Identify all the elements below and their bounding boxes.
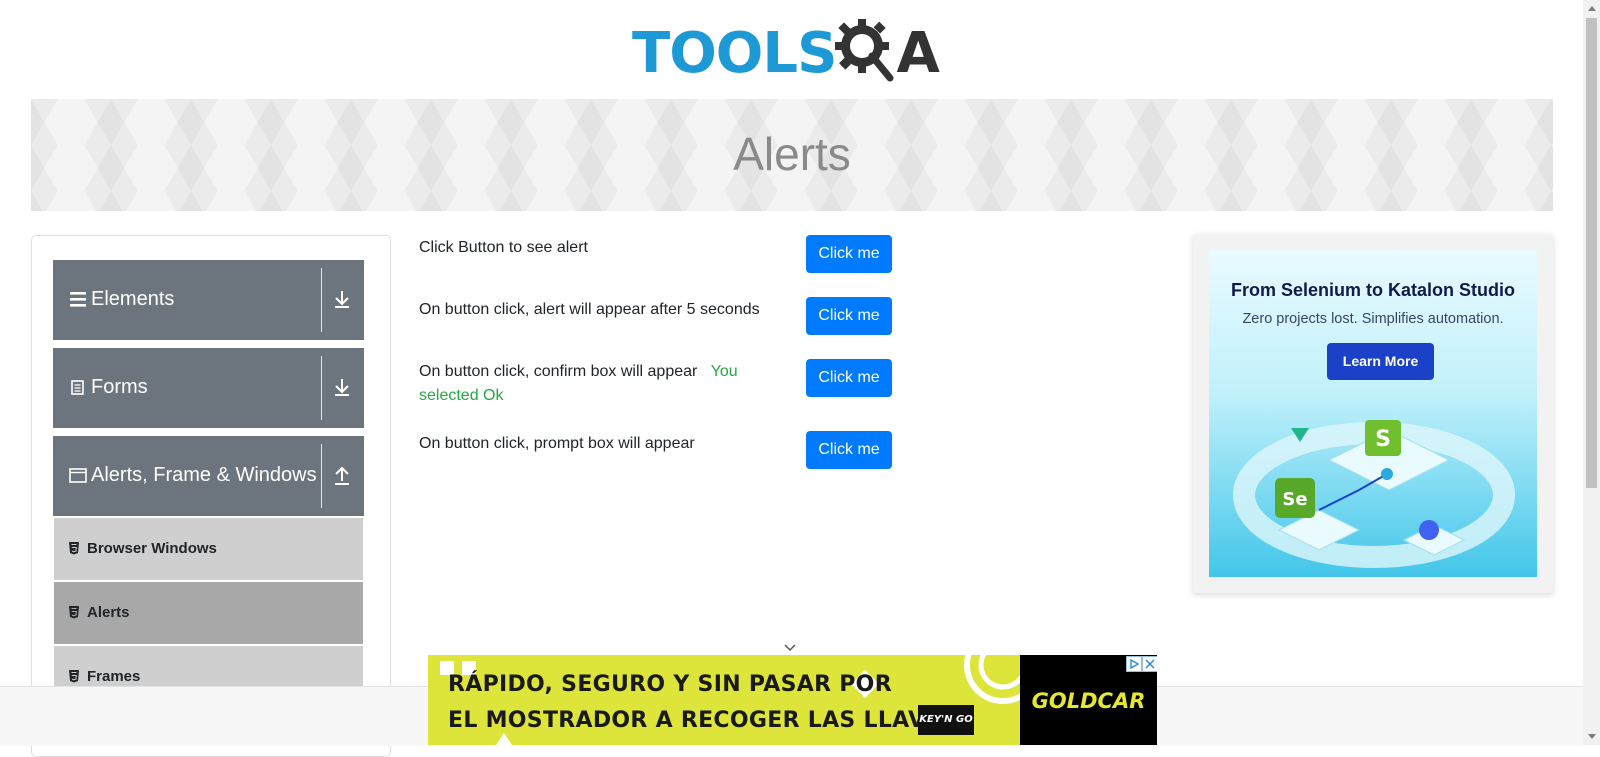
prompt-row-label: On button click, prompt box will appear xyxy=(419,435,695,452)
scrollbar-thumb[interactable] xyxy=(1586,18,1597,488)
alert-button[interactable]: Click me xyxy=(806,235,892,273)
upload-arrow-icon xyxy=(335,466,349,485)
keyngo-badge: KEY'N GO xyxy=(918,705,974,735)
alert-row-label: Click Button to see alert xyxy=(419,239,588,256)
page-banner: Alerts xyxy=(31,99,1553,211)
confirm-row-label: On button click, confirm box will appear xyxy=(419,363,698,380)
sidebar-group-label: Forms xyxy=(91,376,148,398)
toolsqa-logo[interactable]: TOOLS QAA xyxy=(632,14,954,90)
html5-icon xyxy=(69,606,79,619)
confirm-row: On button click, confirm box will appear… xyxy=(419,360,779,408)
learn-more-button[interactable]: Learn More xyxy=(1327,343,1434,380)
logo-tools-text: TOOLS xyxy=(632,21,837,86)
divider xyxy=(321,268,322,332)
scroll-down-arrow-icon[interactable] xyxy=(1587,733,1597,741)
html5-icon xyxy=(69,542,79,555)
sidebar-group-alerts-frame-windows[interactable]: Alerts, Frame & Windows xyxy=(53,436,364,516)
ad-line-2: EL MOSTRADOR A RECOGER LAS LLAVES xyxy=(448,708,957,733)
sidebar-item-browser-windows[interactable]: Browser Windows xyxy=(54,518,363,581)
selenium-badge-text: Se xyxy=(1282,489,1307,510)
document-icon xyxy=(71,380,84,395)
goldcar-ad[interactable]: RÁPIDO, SEGURO Y SIN PASAR POR EL MOSTRA… xyxy=(428,655,1157,745)
prompt-button[interactable]: Click me xyxy=(806,431,892,469)
sidebar-group-label: Alerts, Frame & Windows xyxy=(91,464,317,486)
sidebar-group-forms[interactable]: Forms xyxy=(53,348,364,428)
sidebar-group-label: Elements xyxy=(91,288,175,310)
sidebar-item-frames[interactable]: Frames xyxy=(54,646,363,687)
ad-title: From Selenium to Katalon Studio xyxy=(1230,280,1515,300)
divider xyxy=(321,356,322,420)
goldcar-logo: GOLDCAR xyxy=(1031,689,1146,713)
window-icon xyxy=(69,468,87,483)
sidebar-item-label: Frames xyxy=(87,668,141,685)
hamburger-icon xyxy=(70,292,86,307)
scroll-up-arrow-icon[interactable] xyxy=(1587,4,1597,12)
confirm-button[interactable]: Click me xyxy=(806,359,892,397)
logo-a-glyph: A xyxy=(896,21,939,86)
chevron-down-icon[interactable] xyxy=(783,643,797,653)
logo-wordmark: TOOLS QAA xyxy=(632,19,940,86)
divider xyxy=(321,444,322,508)
download-arrow-icon xyxy=(335,379,349,396)
sidebar-item-label: Alerts xyxy=(87,604,130,621)
download-arrow-icon xyxy=(335,291,349,308)
katalon-ad[interactable]: From Selenium to Katalon Studio Zero pro… xyxy=(1193,234,1553,593)
ad-subtitle: Zero projects lost. Simplifies automatio… xyxy=(1242,311,1504,327)
ad-line-1: RÁPIDO, SEGURO Y SIN PASAR POR xyxy=(448,672,892,697)
sidebar-group-elements[interactable]: Elements xyxy=(53,260,364,340)
katalon-ad-creative: From Selenium to Katalon Studio Zero pro… xyxy=(1209,250,1537,577)
sidebar-item-alerts[interactable]: Alerts xyxy=(54,582,363,645)
sidebar-item-label: Browser Windows xyxy=(87,540,217,557)
close-ad-icon[interactable] xyxy=(1142,656,1157,672)
adchoices-icon[interactable] xyxy=(1126,656,1142,672)
timer-alert-button[interactable]: Click me xyxy=(806,297,892,335)
timer-alert-row-label: On button click, alert will appear after… xyxy=(419,301,760,318)
page-title: Alerts xyxy=(733,128,851,180)
html5-icon xyxy=(69,670,79,683)
ad-illustration: S Se xyxy=(1233,420,1515,568)
gear-icon xyxy=(835,19,896,82)
katalon-badge-text: S xyxy=(1375,427,1391,452)
